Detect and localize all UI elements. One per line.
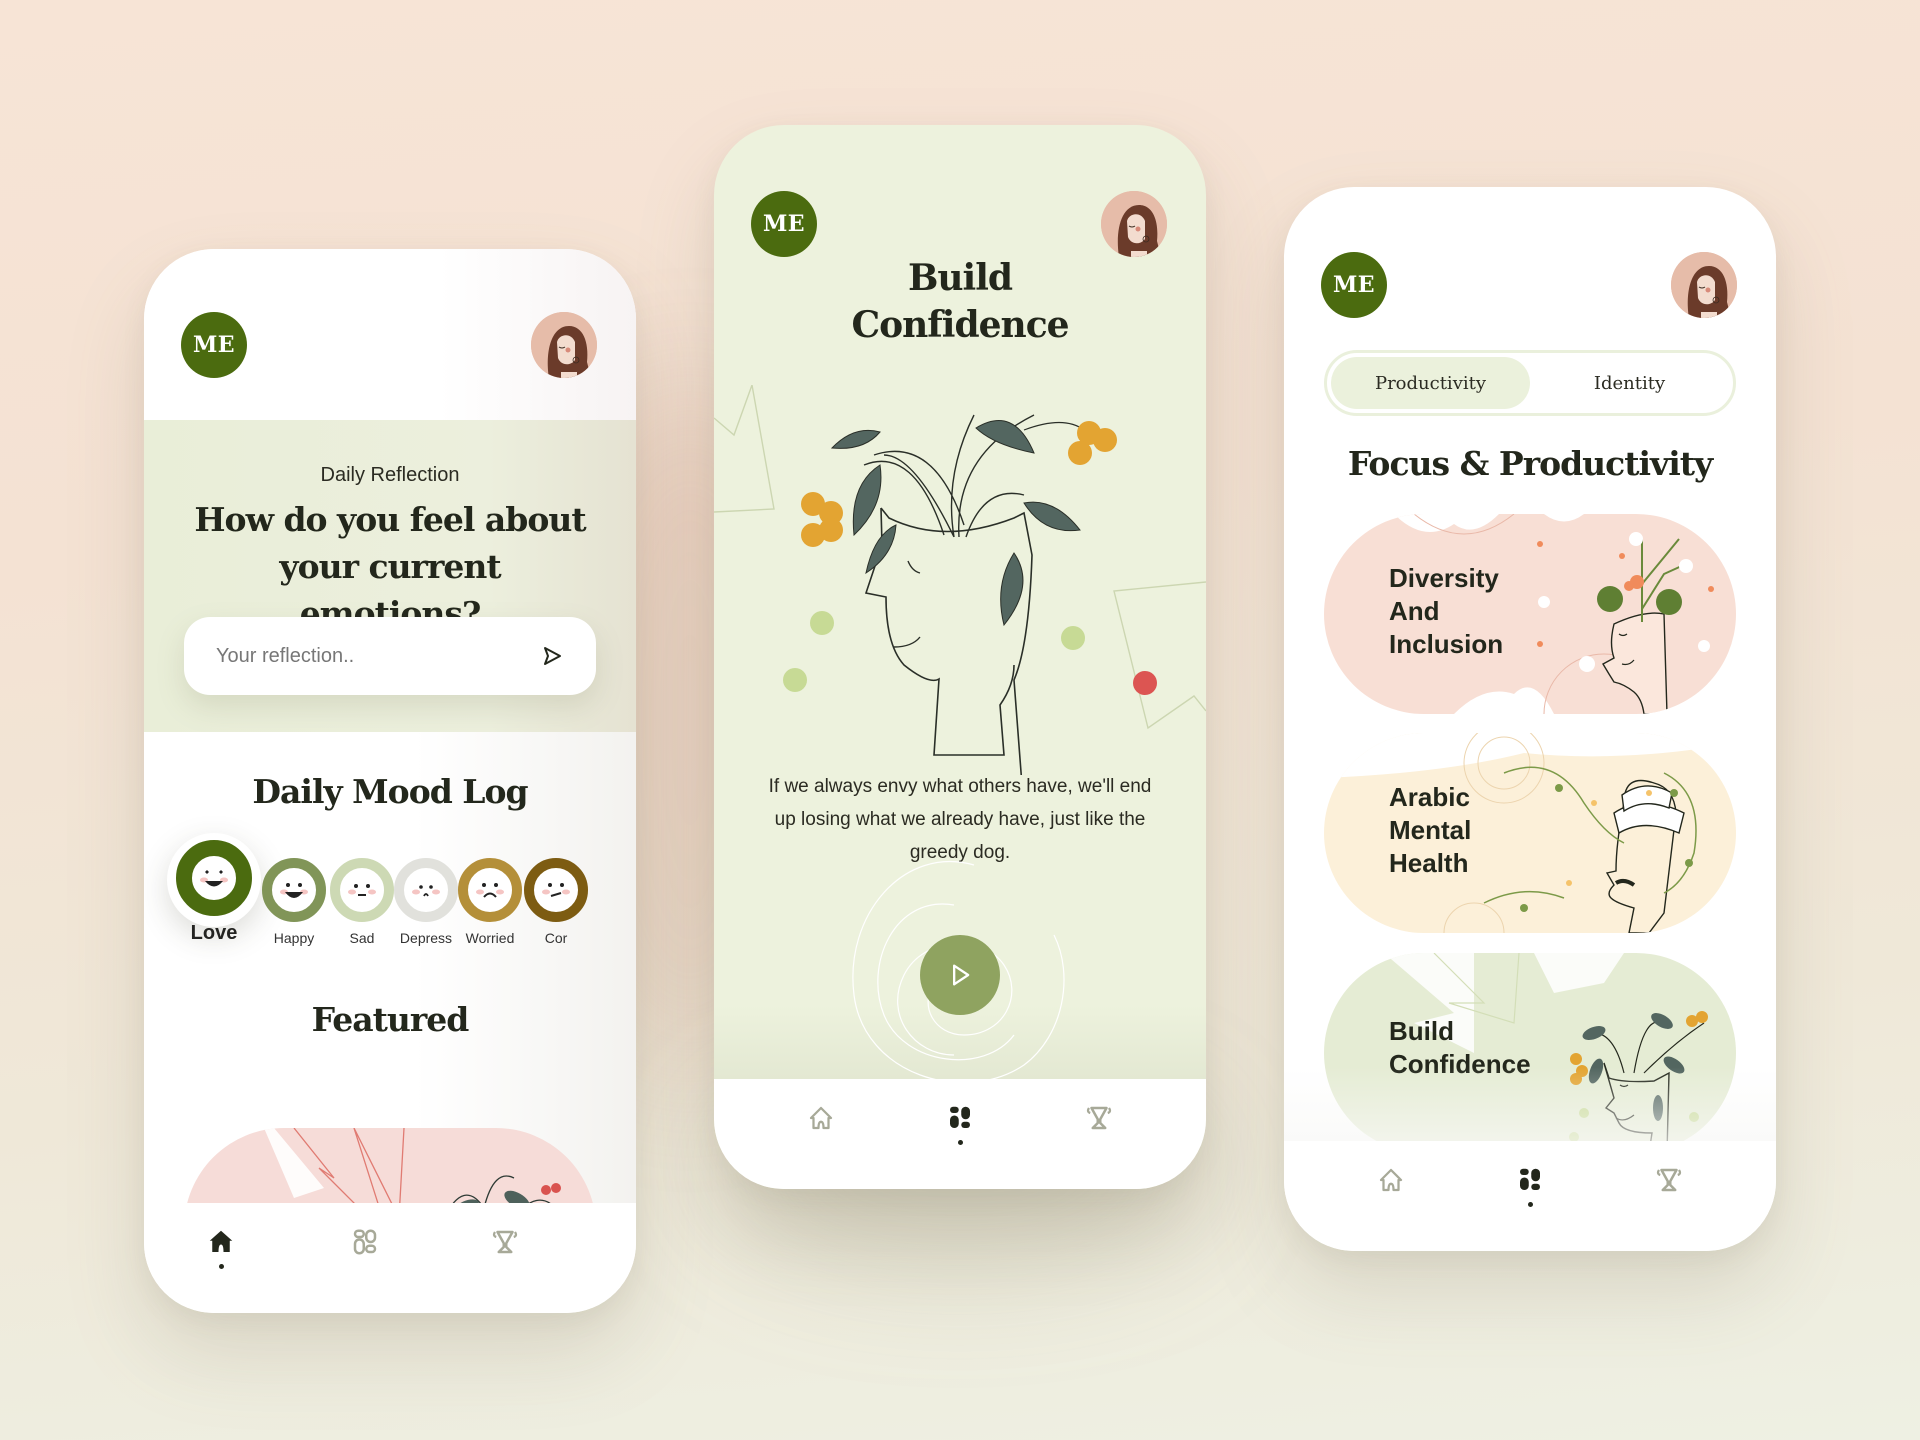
- mood-label: Sad: [349, 930, 375, 946]
- avatar-illustration: [1101, 191, 1167, 257]
- mood-ring: [330, 858, 394, 922]
- bottom-nav: [714, 1079, 1206, 1189]
- face-depressed-icon: [412, 885, 440, 897]
- topic-card-arabic-mental-health[interactable]: Arabic Mental Health: [1324, 733, 1736, 933]
- grid-icon: [950, 1106, 970, 1128]
- user-avatar[interactable]: [1101, 191, 1167, 257]
- nav-home[interactable]: [1366, 1165, 1416, 1215]
- face-happy-icon: [280, 883, 308, 898]
- mood-ring: [176, 840, 252, 916]
- mood-option-love[interactable]: Love: [167, 833, 261, 945]
- daily-reflection-section: Daily Reflection How do you feel about y…: [144, 420, 636, 732]
- mood-selector: Love Happy Sad Depress Worried Cor: [144, 833, 636, 970]
- app-logo-badge[interactable]: ME: [1321, 252, 1387, 318]
- trophy-icon: [1656, 1168, 1682, 1192]
- reflection-input-wrapper: [184, 617, 596, 695]
- phone-exercise-screen: ME Build Confidence If we always envy wh…: [714, 125, 1206, 1189]
- user-avatar[interactable]: [1671, 252, 1737, 318]
- topic-card-label: Arabic Mental Health: [1389, 781, 1471, 880]
- phone-explore-screen: ME Productivity Identity Focus & Product…: [1284, 187, 1776, 1251]
- home-icon: [1379, 1168, 1403, 1192]
- mood-option-cor[interactable]: Cor: [524, 858, 588, 946]
- nav-achievements[interactable]: [480, 1227, 530, 1277]
- mood-label: Happy: [273, 930, 315, 946]
- play-icon: [953, 964, 970, 986]
- topic-card-label: Diversity And Inclusion: [1389, 562, 1503, 661]
- topic-card-diversity[interactable]: Diversity And Inclusion: [1324, 514, 1736, 714]
- reflection-eyebrow: Daily Reflection: [320, 464, 460, 486]
- exercise-title-line1: Build: [907, 257, 1013, 299]
- nav-explore[interactable]: [935, 1103, 985, 1153]
- build-confidence-illustration: [714, 385, 1206, 775]
- mood-option-happy[interactable]: Happy: [262, 858, 326, 946]
- mood-ring: [524, 858, 588, 922]
- face-love-icon: [200, 870, 228, 887]
- mood-log-title: Daily Mood Log: [252, 772, 528, 811]
- home-header: ME: [144, 249, 636, 420]
- mood-label: Depress: [399, 930, 453, 946]
- face-worried-icon: [476, 883, 504, 898]
- phone-home-screen: ME Daily Reflection How do you feel abou…: [144, 249, 636, 1313]
- bottom-nav: [144, 1203, 636, 1313]
- label-line: Inclusion: [1389, 629, 1504, 659]
- featured-title: Featured: [311, 1000, 470, 1039]
- bottom-nav: [1284, 1141, 1776, 1251]
- send-icon: [544, 647, 561, 665]
- trophy-icon: [1086, 1106, 1112, 1130]
- tab-identity[interactable]: Identity: [1530, 357, 1729, 409]
- mood-ring: [458, 858, 522, 922]
- mood-label: Worried: [465, 930, 515, 946]
- nav-achievements[interactable]: [1644, 1165, 1694, 1215]
- label-line: Mental: [1389, 815, 1472, 845]
- explore-section-title: Focus & Productivity: [1347, 444, 1713, 483]
- label-line: And: [1389, 596, 1440, 626]
- arabic-mental-health-illustration: [1324, 733, 1736, 933]
- play-button[interactable]: [920, 935, 1000, 1015]
- user-avatar[interactable]: [531, 312, 597, 378]
- mood-ring: [262, 858, 326, 922]
- grid-icon: [353, 1229, 377, 1255]
- home-icon: [809, 1106, 833, 1130]
- reflection-input[interactable]: [216, 644, 538, 668]
- nav-explore[interactable]: [1505, 1165, 1555, 1215]
- active-indicator: [1527, 1202, 1533, 1207]
- avatar-illustration: [1671, 252, 1737, 318]
- nav-achievements[interactable]: [1074, 1103, 1124, 1153]
- face-confused-icon: [542, 883, 570, 897]
- mood-ring: [394, 858, 458, 922]
- category-segmented-control: Productivity Identity: [1324, 350, 1736, 416]
- reflection-question: How do you feel about your current emoti…: [194, 500, 586, 633]
- fade-band: [1284, 1067, 1776, 1142]
- home-icon: [209, 1230, 233, 1252]
- grid-icon: [1520, 1168, 1540, 1190]
- mood-option-sad[interactable]: Sad: [330, 858, 394, 946]
- diversity-illustration: [1394, 514, 1714, 714]
- active-indicator: [957, 1140, 963, 1145]
- mood-option-depress[interactable]: Depress: [394, 858, 458, 946]
- label-line: Arabic: [1389, 782, 1470, 812]
- active-indicator: [218, 1264, 224, 1269]
- label-line: Health: [1389, 848, 1469, 878]
- avatar-illustration: [531, 312, 597, 378]
- exercise-title: Build Confidence: [714, 255, 1206, 349]
- send-button[interactable]: [538, 642, 566, 670]
- mood-label: Cor: [544, 930, 568, 946]
- nav-explore[interactable]: [340, 1227, 390, 1277]
- trophy-icon: [492, 1230, 518, 1254]
- home-body: Daily Mood Log Love Happy Sad Depress Worrie…: [144, 732, 636, 1313]
- app-logo-badge[interactable]: ME: [751, 191, 817, 257]
- mood-option-worried[interactable]: Worried: [458, 858, 522, 946]
- label-line: Build: [1389, 1016, 1454, 1046]
- nav-home[interactable]: [796, 1103, 846, 1153]
- face-neutral-icon: [348, 884, 376, 896]
- tab-productivity[interactable]: Productivity: [1331, 357, 1530, 409]
- exercise-title-line2: Confidence: [851, 304, 1069, 346]
- nav-home[interactable]: [196, 1227, 246, 1277]
- app-logo-badge[interactable]: ME: [181, 312, 247, 378]
- label-line: Diversity: [1389, 563, 1499, 593]
